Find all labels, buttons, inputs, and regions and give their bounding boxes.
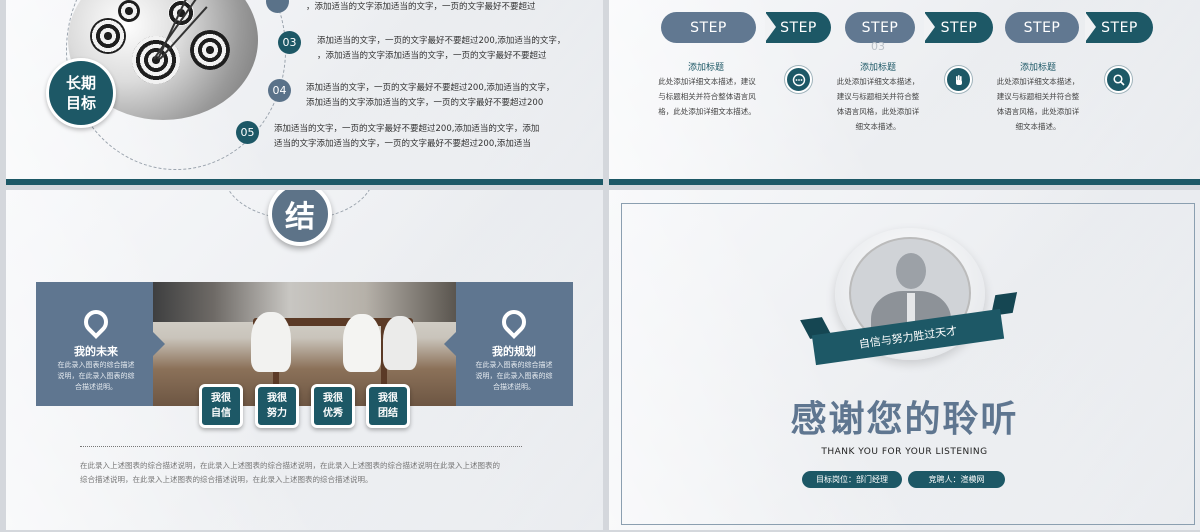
chat-icon[interactable] — [785, 66, 812, 93]
photo-chair — [251, 312, 291, 372]
item-text: 添加适当的文字，一页的文字最好不要超过200,添加适当的文字， — [306, 83, 555, 93]
thank-you-subtitle: THANK YOU FOR YOUR LISTENING — [821, 447, 988, 457]
desc-line: 说明，在此录入图表的综 — [475, 372, 553, 380]
tag-line: 自信 — [211, 408, 231, 419]
desc-line: 体语言风格，此处添加详 — [996, 107, 1080, 116]
bottom-bar — [6, 179, 603, 185]
slide-thank-you[interactable]: 自信与努力胜过天才 感谢您的聆听 THANK YOU FOR YOUR LIST… — [609, 190, 1200, 530]
footer-description: 在此录入上述图表的综合描述说明，在此录入上述图表的综合描述说明，在此录入上述图表… — [80, 459, 530, 487]
long-term-goal-badge: 长期 目标 — [46, 58, 116, 128]
desc-line: 在此录入图表的综合描述 — [57, 361, 135, 369]
number-badge-05: 05 — [236, 121, 259, 144]
desc-line: 格，此处添加详细文本描述。 — [658, 107, 756, 116]
item-text: ，添加适当的文字添加适当的文字，一页的文字最好不要超过 — [306, 2, 536, 12]
divider — [80, 446, 522, 447]
desc-line: 此处添加详细文本描述， — [996, 77, 1080, 86]
footer-line: 综合描述说明，在此录入上述图表的综合描述说明，在此录入上述图表的综合描述说明。 — [80, 475, 373, 484]
tag-line: 我很 — [211, 393, 231, 404]
step-5: STEP — [1005, 12, 1079, 43]
step-4: STEP — [924, 12, 993, 43]
left-band-desc: 在此录入图表的综合描述 说明，在此录入图表的综 合描述说明。 — [42, 360, 150, 393]
bullseye-icon — [190, 30, 230, 70]
tag-line: 优秀 — [323, 408, 343, 419]
search-icon[interactable] — [1105, 66, 1132, 93]
desc-line: 建议与标题相关并符合整 — [836, 92, 920, 101]
thank-you-title: 感谢您的聆听 — [790, 398, 1019, 440]
item-text: 添加适当的文字，一页的文字最好不要超过200,添加适当的文字， — [317, 36, 566, 46]
desc-line: 在此录入图表的综合描述 — [475, 361, 553, 369]
step-1: STEP — [661, 12, 756, 43]
goal-line2: 目标 — [65, 94, 96, 112]
right-band-title: 我的规划 — [492, 345, 536, 358]
item-text: 适当的文字添加适当的文字，一页的文字最好不要超过200,添加适当 — [274, 139, 531, 149]
photo-chair — [383, 316, 417, 370]
slide-summary[interactable]: 结 我的未来 在此录入图表的综合描述 说明，在此录入图表的综 合描述说明。 我的… — [6, 190, 603, 530]
column-desc: 此处添加详细文本描述， 建议与标题相关并符合整 体语言风格，此处添加详 细文本描… — [821, 74, 935, 134]
right-band-desc: 在此录入图表的综合描述 说明，在此录入图表的综 合描述说明。 — [460, 360, 568, 393]
left-band-title: 我的未来 — [74, 345, 118, 358]
number-badge-04: 04 — [268, 79, 291, 102]
hand-icon[interactable] — [945, 66, 972, 93]
tag-line: 团结 — [378, 408, 398, 419]
desc-line: 与标题相关并符合整体语言风 — [658, 92, 756, 101]
desc-line: 此处添加详细文本描述，建议 — [658, 77, 756, 86]
band-arrow-right — [444, 332, 456, 356]
number-badge-03: 03 — [278, 31, 301, 54]
tag-line: 我很 — [267, 393, 287, 404]
bullseye-icon — [90, 18, 126, 54]
goal-line1: 长期 — [65, 74, 96, 92]
step-2: STEP — [765, 12, 831, 43]
column-desc: 此处添加详细文本描述，建议 与标题相关并符合整体语言风 格，此处添加详细文本描述… — [647, 74, 767, 119]
target-position-pill: 目标岗位：部门经理 — [802, 471, 902, 488]
tag-confident: 我很 自信 — [199, 384, 243, 428]
item-text: ，添加适当的文字添加适当的文字，一页的文字最好不要超过 — [317, 51, 547, 61]
bottom-bar — [609, 179, 1200, 185]
tag-united: 我很 团结 — [366, 384, 410, 428]
column-title: 添加标题 — [687, 63, 724, 73]
tag-excellent: 我很 优秀 — [311, 384, 355, 428]
column-title: 添加标题 — [859, 63, 896, 73]
bullseye-icon — [118, 0, 140, 22]
desc-line: 细文本描述。 — [1015, 122, 1061, 131]
band-arrow-left — [153, 332, 165, 356]
tag-line: 努力 — [267, 408, 287, 419]
desc-line: 此处添加详细文本描述， — [836, 77, 920, 86]
photo-window — [153, 282, 456, 322]
tag-line: 我很 — [378, 393, 398, 404]
slide-long-term-goals[interactable]: 长期 目标 ，添加适当的文字添加适当的文字，一页的文字最好不要超过 03 添加适… — [6, 0, 603, 185]
desc-line: 细文本描述。 — [855, 122, 901, 131]
slide-steps[interactable]: STEP STEP STEP STEP STEP STEP 03 添加标题 此处… — [609, 0, 1200, 185]
desc-line: 说明，在此录入图表的综 — [57, 372, 135, 380]
summary-heading-badge: 结 — [268, 190, 332, 246]
desc-line: 合描述说明。 — [75, 383, 117, 391]
step-6: STEP — [1085, 12, 1153, 43]
tag-hardworking: 我很 努力 — [255, 384, 299, 428]
item-text: 添加适当的文字，一页的文字最好不要超过200,添加适当的文字，添加 — [274, 124, 540, 134]
step-3: STEP — [845, 12, 915, 43]
item-text: 添加适当的文字添加适当的文字，一页的文字最好不要超过200 — [306, 98, 544, 108]
tag-line: 我很 — [323, 393, 343, 404]
candidate-pill: 竞聘人：渲模网 — [908, 471, 1005, 488]
avatar-head — [896, 253, 926, 289]
faint-number: 03 — [871, 40, 885, 53]
footer-line: 在此录入上述图表的综合描述说明，在此录入上述图表的综合描述说明，在此录入上述图表… — [80, 461, 500, 470]
desc-line: 体语言风格，此处添加详 — [836, 107, 920, 116]
desc-line: 建议与标题相关并符合整 — [996, 92, 1080, 101]
column-desc: 此处添加详细文本描述， 建议与标题相关并符合整 体语言风格，此处添加详 细文本描… — [981, 74, 1095, 134]
photo-chair — [343, 314, 381, 372]
column-title: 添加标题 — [1019, 63, 1056, 73]
desc-line: 合描述说明。 — [493, 383, 535, 391]
